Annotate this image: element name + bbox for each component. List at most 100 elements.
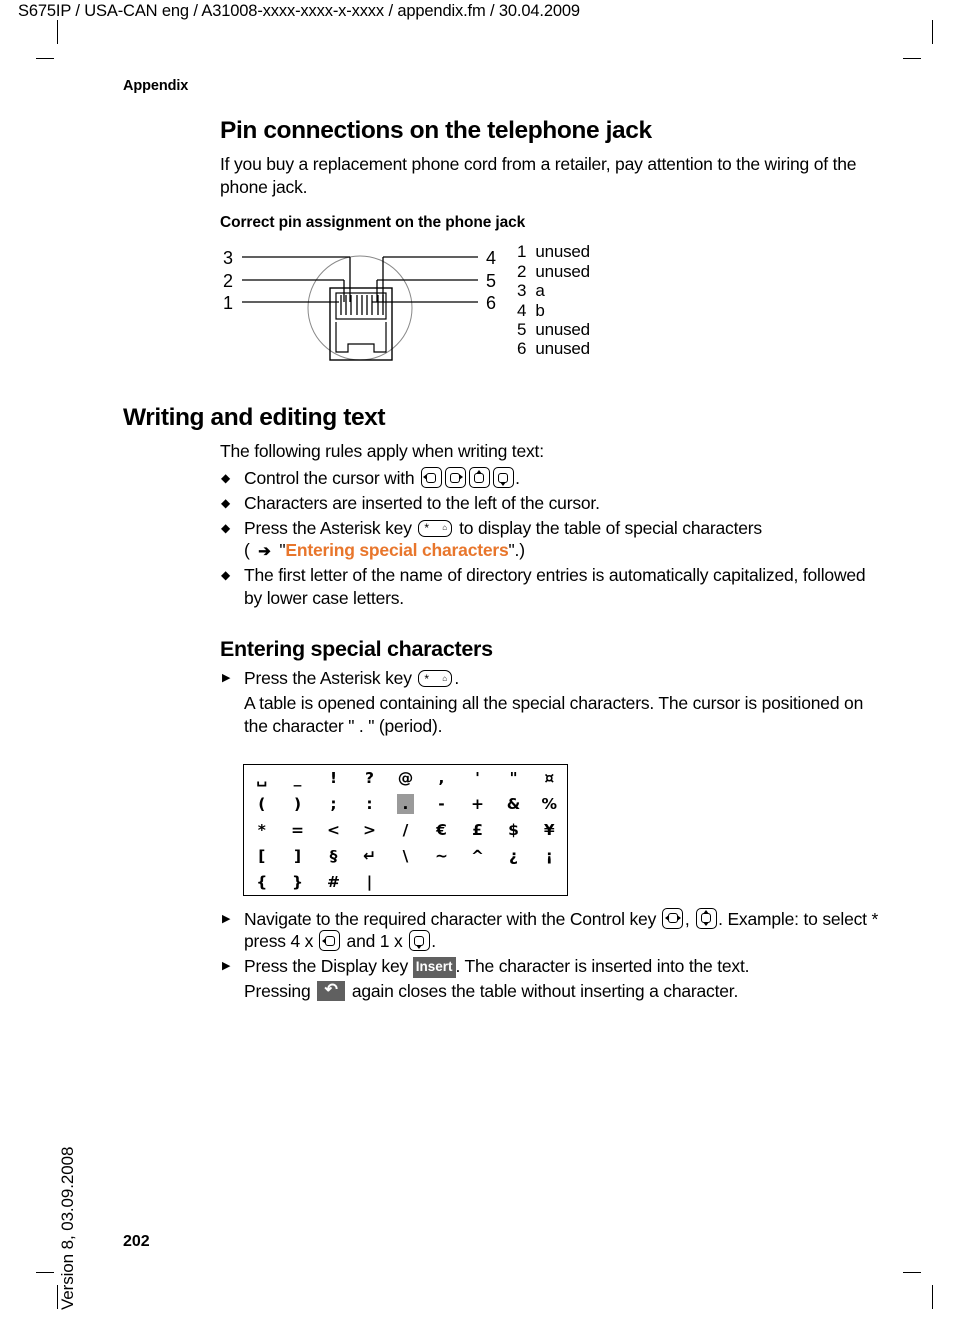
cursor-horizontal-key-icon xyxy=(662,907,684,929)
pin-legend-function: unused xyxy=(535,319,590,339)
rule-control-cursor-period: . xyxy=(515,468,520,489)
table-row: ␣ _ ! ? @ , ' " ¤ xyxy=(244,764,568,791)
pin-legend-function: unused xyxy=(535,339,590,359)
char-cell[interactable]: | xyxy=(352,869,388,896)
xref-open: ( xyxy=(244,540,255,561)
char-cell[interactable]: , xyxy=(424,764,460,791)
cursor-up-key-icon xyxy=(468,467,490,489)
char-cell[interactable]: / xyxy=(388,817,424,843)
step-navigate-end: . xyxy=(431,931,436,952)
crop-mark-bottom-right xyxy=(932,1285,933,1309)
asterisk-glyph: * xyxy=(424,671,429,686)
char-cell[interactable]: ( xyxy=(244,791,280,817)
pin-legend-function: a xyxy=(535,281,545,301)
char-cell[interactable]: _ xyxy=(280,764,316,791)
list-item: Characters are inserted to the left of t… xyxy=(220,492,883,515)
char-cell[interactable]: ~ xyxy=(424,843,460,869)
char-cell[interactable]: ? xyxy=(352,764,388,791)
step-press-asterisk-pre: Press the Asterisk key xyxy=(244,668,417,689)
char-cell[interactable]: > xyxy=(352,817,388,843)
pin-legend-number: 1 xyxy=(517,242,527,262)
xref-close: ".) xyxy=(508,540,526,561)
insert-display-key[interactable]: Insert xyxy=(412,957,456,978)
char-cell[interactable]: = xyxy=(280,817,316,843)
rule-asterisk-post: to display the table of special characte… xyxy=(454,517,762,538)
char-cell[interactable]: [ xyxy=(244,843,280,869)
char-cell[interactable]: # xyxy=(316,869,352,896)
step1-detail-text: A table is opened containing all the spe… xyxy=(244,693,864,736)
char-cell[interactable]: ; xyxy=(316,791,352,817)
special-characters-steps-top: Press the Asterisk key *⌂. xyxy=(220,667,883,690)
char-cell[interactable]: % xyxy=(532,791,568,817)
table-row: ( ) ; : . - + & % xyxy=(244,791,568,817)
char-cell[interactable]: $ xyxy=(496,817,532,843)
char-cell[interactable]: @ xyxy=(388,764,424,791)
list-item: Press the Asterisk key *⌂ to display the… xyxy=(220,517,883,563)
char-cell[interactable]: * xyxy=(244,817,280,843)
pin-legend-number: 2 xyxy=(517,261,527,281)
char-cell[interactable]: + xyxy=(460,791,496,817)
char-cell[interactable]: " xyxy=(496,764,532,791)
char-cell[interactable]: § xyxy=(316,843,352,869)
crop-mark-bottom-left-h xyxy=(36,1272,54,1273)
cross-reference-link[interactable]: Entering special characters xyxy=(285,540,508,560)
pin-legend-number: 3 xyxy=(517,281,527,301)
asterisk-key-icon: * ⌂ xyxy=(418,519,453,537)
list-item: The first letter of the name of director… xyxy=(220,564,883,610)
step-press-asterisk-post: . xyxy=(454,668,460,689)
bell-glyph: ⌂ xyxy=(442,523,447,533)
crop-mark-top-left-h xyxy=(36,58,54,59)
pin-legend-number: 6 xyxy=(517,339,527,359)
char-cell[interactable]: ' xyxy=(460,764,496,791)
pin-legend-row: 2 unused xyxy=(517,262,590,281)
char-cell[interactable]: { xyxy=(244,869,280,896)
rule-control-cursor-text: Control the cursor with xyxy=(244,468,420,489)
step-navigate-pre: Navigate to the required character with … xyxy=(244,908,661,929)
cursor-vertical-key-icon xyxy=(695,907,717,929)
table-row: [ ] § ↵ \ ~ ^ ¿ ¡ xyxy=(244,843,568,869)
char-cell[interactable]: & xyxy=(496,791,532,817)
char-cell xyxy=(460,869,496,896)
list-item: Press the Asterisk key *⌂. xyxy=(220,667,883,690)
asterisk-key-icon: * ⌂ xyxy=(418,670,453,688)
char-cell[interactable]: ¡ xyxy=(532,843,568,869)
special-characters-steps-bottom: Navigate to the required character with … xyxy=(220,907,883,1003)
char-cell-selected[interactable]: . xyxy=(388,791,424,817)
pin-connections-section: Pin connections on the telephone jack If… xyxy=(220,117,883,232)
char-cell[interactable]: ␣ xyxy=(244,764,280,791)
char-cell[interactable]: ↵ xyxy=(352,843,388,869)
back-softkey-icon[interactable]: ↶ xyxy=(317,980,346,1001)
char-cell[interactable]: ! xyxy=(316,764,352,791)
back-arrow-glyph: ↶ xyxy=(324,981,338,999)
char-cell[interactable]: £ xyxy=(460,817,496,843)
pin-legend-number: 4 xyxy=(517,300,527,320)
char-cell[interactable]: ¤ xyxy=(532,764,568,791)
char-cell[interactable]: \ xyxy=(388,843,424,869)
char-cell[interactable]: ^ xyxy=(460,843,496,869)
char-cell[interactable]: } xyxy=(280,869,316,896)
page-content: Pin connections on the telephone jack If… xyxy=(123,117,883,1003)
char-cell[interactable]: ] xyxy=(280,843,316,869)
pin-connections-intro: If you buy a replacement phone cord from… xyxy=(220,153,857,197)
char-cell[interactable]: ¥ xyxy=(532,817,568,843)
char-cell[interactable]: - xyxy=(424,791,460,817)
char-cell[interactable]: : xyxy=(352,791,388,817)
special-characters-table[interactable]: ␣ _ ! ? @ , ' " ¤ ( ) ; : . - + & % * = … xyxy=(243,763,568,896)
char-cell[interactable]: € xyxy=(424,817,460,843)
entering-special-characters-section: Entering special characters Press the As… xyxy=(220,637,883,738)
step-navigate-and: and 1 x xyxy=(341,931,408,952)
char-cell[interactable]: < xyxy=(316,817,352,843)
pin-legend-function: unused xyxy=(535,242,590,262)
running-head: Appendix xyxy=(123,78,189,94)
figure-caption-pin-assignment: Correct pin assignment on the phone jack xyxy=(220,214,526,232)
char-cell[interactable]: ¿ xyxy=(496,843,532,869)
version-note: Version 8, 03.09.2008 xyxy=(58,1146,77,1310)
table-row: { } # | xyxy=(244,869,568,896)
crop-mark-top-left xyxy=(57,20,58,44)
writing-rules-list: Control the cursor with . Characters are… xyxy=(220,467,883,610)
pin-assignment-legend: 1 unused 2 unused 3 a 4 b 5 unused 6 unu… xyxy=(517,242,590,358)
xref-quote-open: " xyxy=(274,540,286,561)
section-title-pin-connections: Pin connections on the telephone jack xyxy=(220,117,652,144)
char-cell[interactable]: ) xyxy=(280,791,316,817)
phone-jack-diagram-icon: 3 2 1 4 5 6 xyxy=(223,248,496,362)
